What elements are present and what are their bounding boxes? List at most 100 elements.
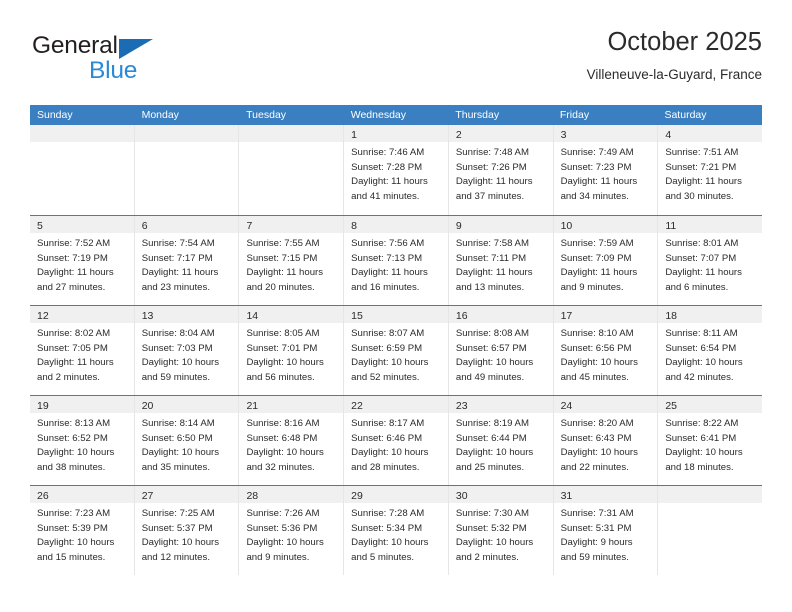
calendar-day-cell[interactable]: 5 Sunrise: 7:52 AM Sunset: 7:19 PM Daylight… bbox=[30, 216, 134, 305]
calendar-day-cell[interactable]: 3 Sunrise: 7:49 AM Sunset: 7:23 PM Daylight… bbox=[552, 125, 658, 215]
calendar-day-cell[interactable]: 22 Sunrise: 8:17 AM Sunset: 6:46 PM Dayligh… bbox=[343, 396, 448, 485]
calendar-day-cell[interactable]: 20 Sunrise: 8:14 AM Sunset: 6:50 PM Dayligh… bbox=[133, 396, 239, 485]
sunset-line: Sunset: 7:21 PM bbox=[665, 161, 737, 173]
daylight-line: Daylight: 10 hours bbox=[351, 447, 429, 459]
logo-text-blue: Blue bbox=[89, 57, 138, 84]
sunset-line: Sunset: 5:32 PM bbox=[455, 522, 527, 534]
page-subtitle: Villeneuve-la-Guyard, France bbox=[586, 67, 762, 82]
day-number-band: 20 bbox=[134, 396, 239, 413]
calendar-day-cell[interactable]: 13 Sunrise: 8:04 AM Sunset: 7:03 PM Dayligh… bbox=[133, 306, 239, 395]
sunrise-line: Sunrise: 7:51 AM bbox=[665, 147, 739, 158]
title-block: October 2025 Villeneuve-la-Guyard, Franc… bbox=[587, 26, 762, 83]
calendar-day-cell[interactable]: 4 Sunrise: 7:51 AM Sunset: 7:21 PM Daylight… bbox=[657, 125, 763, 215]
calendar-day-cell[interactable]: 1 Sunrise: 7:46 AM Sunset: 7:28 PM Daylight… bbox=[343, 125, 448, 215]
calendar-day-cell[interactable]: 6 Sunrise: 7:54 AM Sunset: 7:17 PM Daylight… bbox=[133, 216, 239, 305]
calendar-grid: Sunday Monday Tuesday Wednesday Thursday Frid… bbox=[30, 105, 763, 575]
sunrise-line: Sunrise: 8:20 AM bbox=[560, 418, 634, 429]
day-number: 27 bbox=[141, 490, 154, 502]
daylight-line: Daylight: 10 hours bbox=[665, 447, 743, 459]
day-sun-info: Sunrise: 8:08 AM Sunset: 6:57 PM Daylight:… bbox=[449, 323, 553, 385]
calendar-day-cell[interactable]: 25 Sunrise: 8:22 AM Sunset: 6:41 PM Dayligh… bbox=[657, 396, 763, 485]
daylight-line-cont: and 42 minutes. bbox=[665, 371, 734, 383]
calendar-day-cell[interactable]: 28 Sunrise: 7:26 AM Sunset: 5:36 PM Dayligh… bbox=[238, 486, 344, 575]
calendar-day-cell[interactable]: 26 Sunrise: 7:23 AM Sunset: 5:39 PM Dayligh… bbox=[30, 486, 134, 575]
sunset-line: Sunset: 6:54 PM bbox=[665, 342, 737, 354]
day-number-band: 15 bbox=[344, 306, 448, 323]
weekday-header-tuesday: Tuesday bbox=[246, 109, 287, 121]
day-sun-info: Sunrise: 8:07 AM Sunset: 6:59 PM Daylight:… bbox=[344, 323, 448, 385]
day-number-band bbox=[134, 125, 239, 142]
day-sun-info: Sunrise: 8:17 AM Sunset: 6:46 PM Daylight:… bbox=[344, 413, 448, 475]
day-number: 16 bbox=[455, 310, 468, 322]
calendar-day-cell[interactable]: 19 Sunrise: 8:13 AM Sunset: 6:52 PM Dayligh… bbox=[30, 396, 134, 485]
calendar-day-cell[interactable]: 24 Sunrise: 8:20 AM Sunset: 6:43 PM Dayligh… bbox=[552, 396, 658, 485]
calendar-day-cell[interactable]: 10 Sunrise: 7:59 AM Sunset: 7:09 PM Dayligh… bbox=[552, 216, 658, 305]
day-sun-info: Sunrise: 7:56 AM Sunset: 7:13 PM Daylight:… bbox=[344, 233, 448, 295]
logo-triangle-icon bbox=[119, 39, 153, 59]
calendar-day-cell[interactable]: 16 Sunrise: 8:08 AM Sunset: 6:57 PM Dayligh… bbox=[447, 306, 553, 395]
day-number: 22 bbox=[351, 400, 363, 412]
calendar-day-cell-empty bbox=[657, 486, 763, 575]
sunset-line: Sunset: 7:17 PM bbox=[141, 252, 213, 264]
page-title: October 2025 bbox=[607, 28, 762, 56]
daylight-line-cont: and 38 minutes. bbox=[37, 461, 106, 473]
day-sun-info: Sunrise: 7:30 AM Sunset: 5:32 PM Daylight:… bbox=[449, 503, 553, 565]
sunrise-line: Sunrise: 8:19 AM bbox=[455, 418, 529, 429]
daylight-line: Daylight: 10 hours bbox=[455, 537, 534, 549]
calendar-day-cell[interactable]: 21 Sunrise: 8:16 AM Sunset: 6:48 PM Dayligh… bbox=[238, 396, 344, 485]
sunrise-line: Sunrise: 8:05 AM bbox=[246, 328, 320, 339]
sunset-line: Sunset: 6:48 PM bbox=[246, 432, 318, 444]
daylight-line-cont: and 49 minutes. bbox=[455, 371, 525, 383]
daylight-line-cont: and 9 minutes. bbox=[560, 281, 624, 293]
sunrise-line: Sunrise: 7:25 AM bbox=[141, 508, 215, 519]
day-number: 4 bbox=[665, 129, 672, 141]
daylight-line-cont: and 35 minutes. bbox=[141, 461, 210, 473]
calendar-day-cell[interactable]: 15 Sunrise: 8:07 AM Sunset: 6:59 PM Dayligh… bbox=[343, 306, 448, 395]
daylight-line: Daylight: 11 hours bbox=[560, 267, 638, 279]
calendar-day-cell[interactable]: 29 Sunrise: 7:28 AM Sunset: 5:34 PM Dayligh… bbox=[343, 486, 448, 575]
day-sun-info: Sunrise: 7:31 AM Sunset: 5:31 PM Daylight:… bbox=[554, 503, 658, 565]
sunrise-line: Sunrise: 7:54 AM bbox=[141, 238, 215, 249]
daylight-line: Daylight: 10 hours bbox=[351, 537, 429, 549]
day-number: 6 bbox=[141, 220, 148, 232]
sunrise-line: Sunrise: 8:16 AM bbox=[246, 418, 320, 429]
calendar-day-cell[interactable]: 30 Sunrise: 7:30 AM Sunset: 5:32 PM Dayligh… bbox=[447, 486, 553, 575]
sunset-line: Sunset: 5:37 PM bbox=[141, 522, 213, 534]
calendar-day-cell[interactable]: 8 Sunrise: 7:56 AM Sunset: 7:13 PM Daylight… bbox=[343, 216, 448, 305]
calendar-day-cell[interactable]: 18 Sunrise: 8:11 AM Sunset: 6:54 PM Dayligh… bbox=[657, 306, 763, 395]
day-number-band: 14 bbox=[239, 306, 344, 323]
calendar-week-row: 12 Sunrise: 8:02 AM Sunset: 7:05 PM Dayligh… bbox=[30, 305, 763, 395]
calendar-day-cell[interactable]: 12 Sunrise: 8:02 AM Sunset: 7:05 PM Dayligh… bbox=[30, 306, 134, 395]
calendar-day-cell[interactable]: 9 Sunrise: 7:58 AM Sunset: 7:11 PM Daylight… bbox=[447, 216, 553, 305]
calendar-day-cell[interactable]: 17 Sunrise: 8:10 AM Sunset: 6:56 PM Dayligh… bbox=[552, 306, 658, 395]
sunset-line: Sunset: 6:52 PM bbox=[37, 432, 108, 444]
calendar-day-cell[interactable]: 31 Sunrise: 7:31 AM Sunset: 5:31 PM Dayligh… bbox=[552, 486, 658, 575]
calendar-day-cell[interactable]: 23 Sunrise: 8:19 AM Sunset: 6:44 PM Dayligh… bbox=[447, 396, 553, 485]
day-number: 17 bbox=[560, 310, 573, 322]
sunrise-line: Sunrise: 7:26 AM bbox=[246, 508, 320, 519]
daylight-line-cont: and 12 minutes. bbox=[141, 551, 210, 563]
calendar-day-cell[interactable]: 7 Sunrise: 7:55 AM Sunset: 7:15 PM Daylight… bbox=[238, 216, 344, 305]
daylight-line: Daylight: 10 hours bbox=[665, 357, 743, 369]
daylight-line: Daylight: 10 hours bbox=[246, 447, 324, 459]
daylight-line: Daylight: 11 hours bbox=[665, 176, 742, 188]
sunrise-line: Sunrise: 8:02 AM bbox=[37, 328, 111, 339]
sunset-line: Sunset: 7:07 PM bbox=[665, 252, 737, 264]
day-number-band: 23 bbox=[448, 396, 553, 413]
daylight-line-cont: and 27 minutes. bbox=[37, 281, 106, 293]
calendar-day-cell[interactable]: 27 Sunrise: 7:25 AM Sunset: 5:37 PM Dayligh… bbox=[133, 486, 239, 575]
day-number: 20 bbox=[141, 400, 154, 412]
day-number: 23 bbox=[455, 400, 468, 412]
calendar-week-row: 1 Sunrise: 7:46 AM Sunset: 7:28 PM Daylight… bbox=[30, 125, 763, 215]
general-blue-logo[interactable]: General Blue bbox=[30, 32, 260, 94]
day-sun-info: Sunrise: 8:10 AM Sunset: 6:56 PM Daylight:… bbox=[554, 323, 658, 385]
calendar-day-cell[interactable]: 11 Sunrise: 8:01 AM Sunset: 7:07 PM Dayligh… bbox=[657, 216, 763, 305]
calendar-day-cell[interactable]: 2 Sunrise: 7:48 AM Sunset: 7:26 PM Daylight… bbox=[447, 125, 553, 215]
daylight-line: Daylight: 11 hours bbox=[665, 267, 742, 279]
daylight-line-cont: and 9 minutes. bbox=[246, 551, 310, 563]
day-sun-info: Sunrise: 8:22 AM Sunset: 6:41 PM Daylight:… bbox=[658, 413, 762, 475]
daylight-line: Daylight: 11 hours bbox=[37, 267, 114, 279]
sunset-line: Sunset: 7:11 PM bbox=[455, 252, 527, 264]
calendar-day-cell[interactable]: 14 Sunrise: 8:05 AM Sunset: 7:01 PM Dayligh… bbox=[238, 306, 344, 395]
day-number-band: 28 bbox=[239, 486, 344, 503]
